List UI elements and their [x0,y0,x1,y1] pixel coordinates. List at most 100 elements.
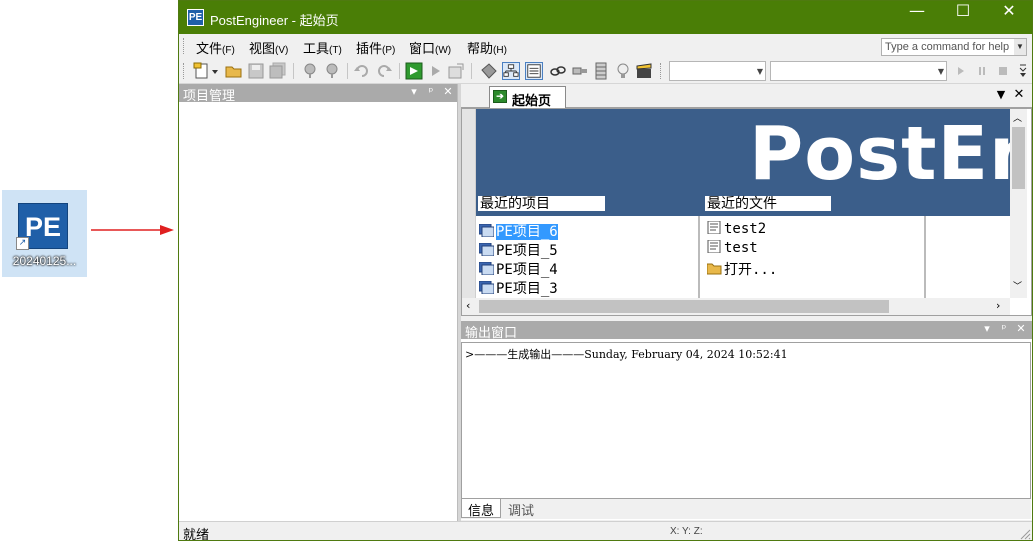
project-icon [479,262,494,275]
new-dropdown-icon[interactable] [211,62,219,80]
recent-project-label: PE项目_3 [496,281,558,297]
output-pane-header: 输出窗口 ▾ ᵖ ✕ [461,321,1032,340]
link-icon[interactable] [549,62,567,80]
connect-icon[interactable] [571,62,589,80]
project-icon [479,224,494,237]
menu-plugins[interactable]: 插件(P) [356,38,395,57]
start-page-margin [462,109,476,298]
recent-file-item[interactable]: test2 [707,221,766,238]
pane-menu-icon[interactable]: ▾ [980,322,994,336]
recent-projects-list: PE项目_6 PE项目_5 PE项目_4 PE项目_3 [476,216,700,298]
toolbar-grip[interactable] [660,63,663,79]
step-icon[interactable] [427,62,445,80]
window-title: PostEngineer - 起始页 [210,13,339,28]
menu-help-label: 帮助 [467,41,494,56]
menu-file[interactable]: 文件(F) [196,38,235,57]
close-icon[interactable]: ✕ [441,85,455,99]
scroll-thumb[interactable] [1012,127,1025,189]
recent-projects-header: 最近的项目 [478,196,605,211]
recent-file-item[interactable]: test [707,240,758,257]
open-file-link[interactable]: 打开... [707,259,777,278]
minimize-button[interactable]: — [894,1,940,34]
menu-view[interactable]: 视图(V) [249,38,288,57]
title-bar[interactable]: PE PostEngineer - 起始页 — ☐ ✕ [179,1,1032,34]
new-file-icon[interactable] [193,62,211,80]
menu-bar: 文件(F) 视图(V) 工具(T) 插件(P) 窗口(W) 帮助(H) Type… [179,34,1032,58]
recent-project-item[interactable]: PE项目_3 [479,278,558,297]
chevron-right-icon[interactable]: › [996,299,1000,312]
menu-tools[interactable]: 工具(T) [303,38,342,57]
document-area: ➔ 起始页 ▼ ✕ PostEn 最近的项目 最近的文件 PE项目_6 PE项目… [461,84,1032,316]
toolbar: ▼ ▼ [179,58,1032,84]
menu-help-accel: (H) [493,45,507,56]
film-icon[interactable] [592,62,610,80]
target-combo[interactable]: ▼ [770,61,947,81]
open-folder-icon[interactable] [225,62,243,80]
scroll-thumb[interactable] [479,300,889,313]
save-all-icon[interactable] [269,62,287,80]
output-text-area[interactable]: >———生成输出———Sunday, February 04, 2024 10:… [461,342,1031,499]
chevron-left-icon[interactable]: ‹ [466,299,470,312]
tab-start-page[interactable]: ➔ 起始页 [489,86,566,108]
close-button[interactable]: ✕ [986,1,1032,34]
text-file-icon [707,240,721,253]
run-icon[interactable] [405,62,423,80]
chevron-down-icon: ▼ [756,67,763,76]
start-page-horizontal-scrollbar[interactable]: ‹ › [462,298,1010,315]
menu-plugins-label: 插件 [356,41,383,56]
recent-project-item[interactable]: PE项目_4 [479,259,558,278]
close-icon[interactable]: ✕ [1014,322,1028,336]
app-window: PE PostEngineer - 起始页 — ☐ ✕ 文件(F) 视图(V) … [178,0,1033,541]
tab-info[interactable]: 信息 [461,499,502,518]
project-icon [479,243,494,256]
list-view-icon[interactable] [525,62,543,80]
toolbar-separator [399,63,400,79]
play-icon[interactable] [952,62,970,80]
command-search-input[interactable]: Type a command for help ▼ [881,38,1027,56]
build-icon[interactable] [301,62,319,80]
lightbulb-icon[interactable] [614,62,632,80]
pane-menu-icon[interactable]: ▾ [407,85,421,99]
start-page-vertical-scrollbar[interactable]: ︿ ﹀ [1010,109,1027,298]
menubar-grip[interactable] [183,38,186,54]
recent-project-label: PE项目_5 [496,243,558,259]
rebuild-icon[interactable] [323,62,341,80]
recent-project-item[interactable]: PE项目_5 [479,240,558,259]
tag-icon[interactable] [480,62,498,80]
maximize-button[interactable]: ☐ [940,1,986,34]
undo-icon[interactable] [353,62,371,80]
menu-window[interactable]: 窗口(W) [409,38,451,57]
chevron-down-icon[interactable]: ﹀ [1013,279,1022,292]
pause-icon[interactable] [973,62,991,80]
menu-help[interactable]: 帮助(H) [467,38,507,57]
app-icon: PE [187,9,204,26]
chevron-up-icon[interactable]: ︿ [1013,111,1022,124]
save-icon[interactable] [247,62,265,80]
pin-icon[interactable]: ᵖ [424,85,438,99]
start-page-icon: ➔ [493,90,507,103]
recent-file-label: test [724,240,758,256]
toolbar-grip[interactable] [183,63,186,79]
status-text: 就绪 [183,527,210,541]
toolbar-overflow-icon[interactable] [1018,62,1028,80]
recent-project-item[interactable]: PE项目_6 [479,221,558,240]
redo-icon[interactable] [375,62,393,80]
hierarchy-icon[interactable] [502,62,520,80]
tab-start-page-label: 起始页 [512,93,552,108]
resize-grip-icon[interactable] [1019,528,1031,540]
menu-file-label: 文件 [196,41,223,56]
config-combo[interactable]: ▼ [669,61,766,81]
recent-file-label: test2 [724,221,767,237]
clapper-icon[interactable] [635,62,653,80]
close-document-icon[interactable]: ✕ [1012,88,1026,102]
chevron-down-icon[interactable]: ▼ [1014,39,1026,55]
export-icon[interactable] [447,62,465,80]
pin-icon[interactable]: ᵖ [997,322,1011,336]
desktop-shortcut[interactable]: PE ↗ 20240125... [2,190,87,277]
tab-list-icon[interactable]: ▼ [994,88,1008,102]
tab-debug[interactable]: 调试 [502,499,540,518]
stop-icon[interactable] [994,62,1012,80]
menu-window-accel: (W) [435,45,452,56]
menu-plugins-accel: (P) [382,45,396,56]
menu-file-accel: (F) [222,45,235,56]
